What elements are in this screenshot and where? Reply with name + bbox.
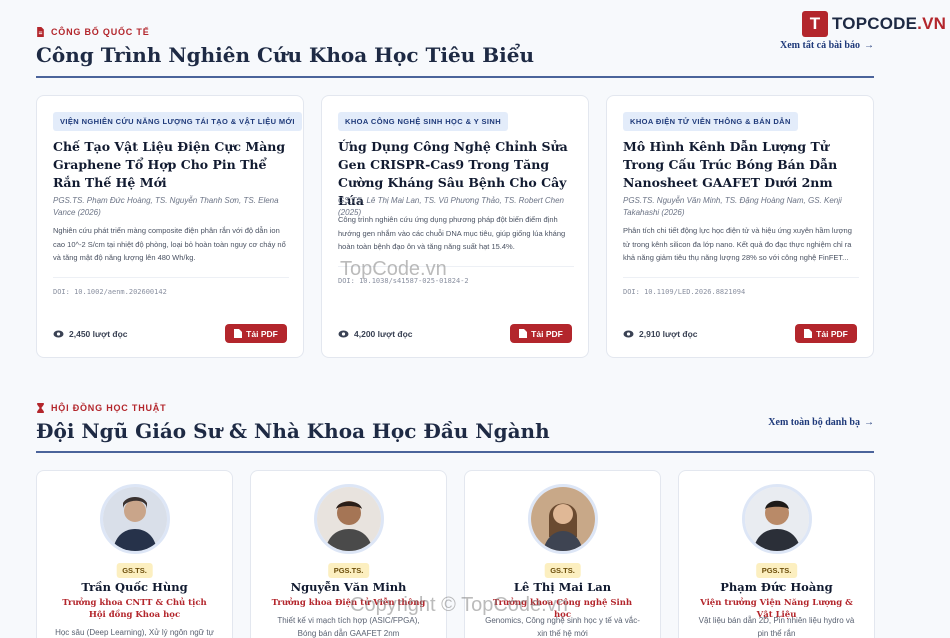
file-pdf-icon [804,329,813,338]
avatar [741,484,812,554]
publication-abstract: Công trình nghiên cứu ứng dụng phương ph… [338,215,566,251]
arrow-right-icon: → [864,417,874,428]
divider [36,76,874,78]
professor-card[interactable]: GS.TS. Lê Thị Mai Lan Trưởng khoa Công n… [464,470,661,638]
see-directory-link[interactable]: Xem toàn bộ danh bạ → [768,417,874,428]
publication-authors: PGS.TS. Phạm Đức Hoàng, TS. Nguyễn Thanh… [53,196,279,217]
document-icon [37,27,44,37]
institute-tag: KHOA CÔNG NGHỆ SINH HỌC & Y SINH [338,112,509,131]
publications-eyebrow: CÔNG BỐ QUỐC TẾ [36,27,874,37]
publication-doi: DOI: 10.1038/s41587-025-01824-2 [338,266,574,285]
avatar [99,484,170,554]
professor-role: Trưởng khoa Điện tử Viễn thông [271,598,426,608]
hourglass-icon [37,403,44,413]
rank-badge: PGS.TS. [755,563,798,578]
publication-title[interactable]: Mô Hình Kênh Dẫn Lượng Tử Trong Cấu Trúc… [623,138,859,192]
professor-card[interactable]: PGS.TS. Nguyễn Văn Minh Trưởng khoa Điện… [250,470,447,638]
professor-card[interactable]: GS.TS. Trần Quốc Hùng Trưởng khoa CNTT &… [36,470,233,638]
view-count: 2,450 lượt đọc [53,329,128,339]
publications-title: Công Trình Nghiên Cứu Khoa Học Tiêu Biểu [36,43,534,67]
divider [36,451,874,453]
publication-card: KHOA ĐIỆN TỬ VIỄN THÔNG & BÁN DẪN Mô Hìn… [606,95,874,358]
professor-card[interactable]: PGS.TS. Phạm Đức Hoàng Viện trưởng Viện … [678,470,875,638]
professor-name: Phạm Đức Hoàng [720,580,833,594]
professor-research: Học sâu (Deep Learning), Xử lý ngôn ngữ … [55,628,214,637]
rank-badge: GS.TS. [544,563,581,578]
file-pdf-icon [234,329,243,338]
rank-badge: PGS.TS. [327,563,370,578]
publication-doi: DOI: 10.1002/aenm.202600142 [53,277,289,296]
avatar [313,484,384,554]
eye-icon [623,330,634,338]
see-all-papers-link[interactable]: Xem tất cả bài báo → [780,40,874,51]
file-pdf-icon [519,329,528,338]
publications-header: CÔNG BỐ QUỐC TẾ Công Trình Nghiên Cứu Kh… [36,27,874,83]
publication-title[interactable]: Chế Tạo Vật Liệu Điện Cực Màng Graphene … [53,138,289,192]
institute-tag: VIỆN NGHIÊN CỨU NĂNG LƯỢNG TÁI TẠO & VẬT… [53,112,302,131]
view-count: 4,200 lượt đọc [338,329,413,339]
download-pdf-button[interactable]: Tải PDF [510,324,572,343]
publication-authors: PGS.TS. Nguyễn Văn Minh, TS. Đặng Hoàng … [623,196,842,217]
eye-icon [53,330,64,338]
council-header: HỘI ĐỒNG HỌC THUẬT Đội Ngũ Giáo Sư & Nhà… [36,403,874,455]
download-pdf-button[interactable]: Tải PDF [225,324,287,343]
eye-icon [338,330,349,338]
professor-name: Trần Quốc Hùng [81,580,188,594]
professor-name: Lê Thị Mai Lan [513,580,612,594]
professor-research: Vật liệu bán dẫn 2D, Pin nhiên liệu hydr… [698,616,855,638]
professor-name: Nguyễn Văn Minh [290,580,407,594]
publication-abstract: Nghiên cứu phát triển màng composite điệ… [53,226,286,262]
professor-role: Trưởng khoa CNTT & Chủ tịch Hội đồng Kho… [62,598,207,620]
rank-badge: GS.TS. [116,563,153,578]
view-count: 2,910 lượt đọc [623,329,698,339]
avatar [527,484,598,554]
council-title: Đội Ngũ Giáo Sư & Nhà Khoa Học Đầu Ngành [36,419,550,443]
arrow-right-icon: → [864,40,874,51]
publication-card: VIỆN NGHIÊN CỨU NĂNG LƯỢNG TÁI TẠO & VẬT… [36,95,304,358]
publication-doi: DOI: 10.1109/LED.2026.8821094 [623,277,859,296]
publication-card: KHOA CÔNG NGHỆ SINH HỌC & Y SINH Ứng Dụn… [321,95,589,358]
professor-research: Genomics, Công nghệ sinh học y tế và vắc… [485,616,640,638]
publication-abstract: Phân tích chi tiết động lực học điện tử … [623,226,852,262]
institute-tag: KHOA ĐIỆN TỬ VIỄN THÔNG & BÁN DẪN [623,112,798,131]
council-eyebrow: HỘI ĐỒNG HỌC THUẬT [36,403,874,413]
professor-research: Thiết kế vi mạch tích hợp (ASIC/FPGA), B… [277,616,420,638]
download-pdf-button[interactable]: Tải PDF [795,324,857,343]
